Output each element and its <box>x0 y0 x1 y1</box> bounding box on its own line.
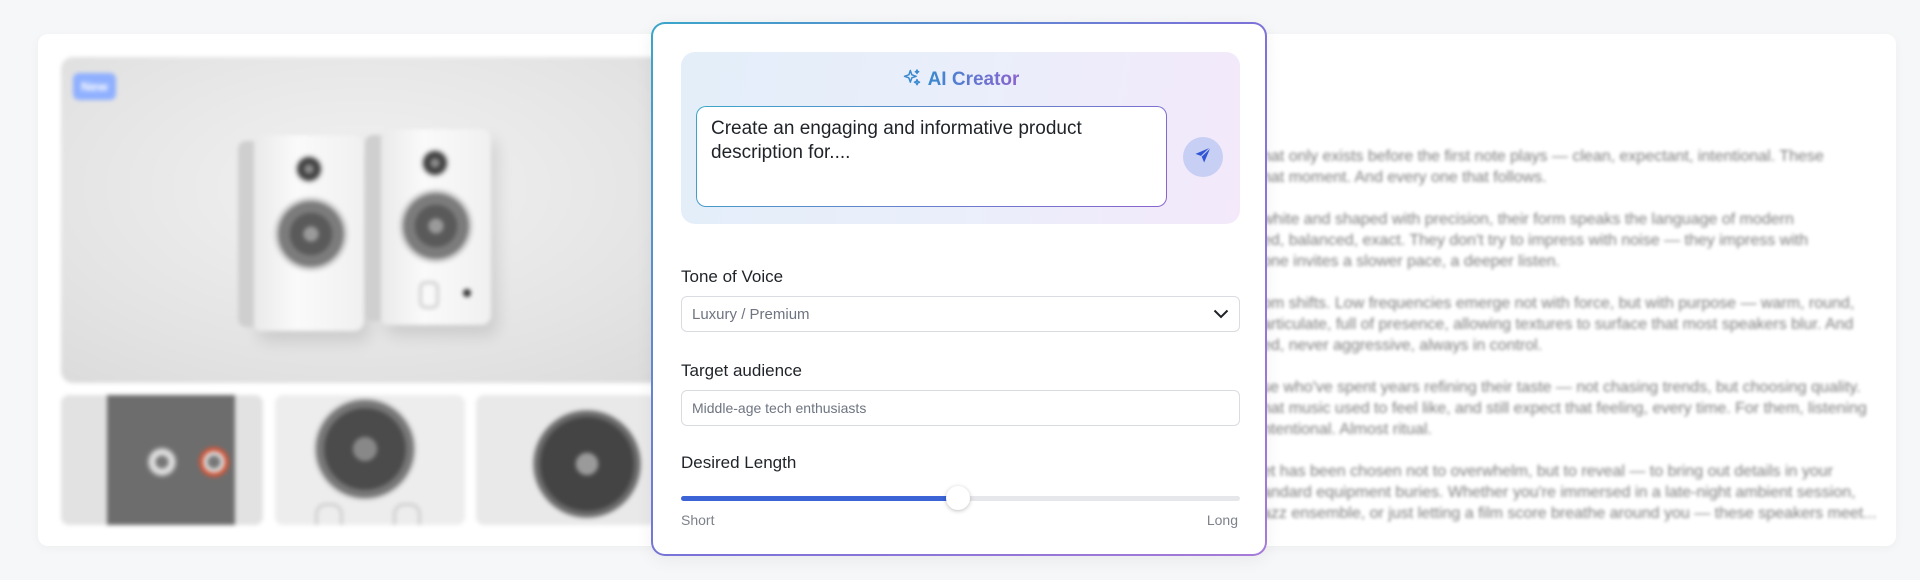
ai-creator-prompt-area: AI Creator Create an engaging and inform… <box>681 52 1240 224</box>
ai-creator-title: AI Creator <box>927 69 1020 90</box>
desired-length-label: Desired Length <box>681 453 797 472</box>
speaker-left <box>238 135 364 331</box>
product-hero-image: New <box>61 57 729 383</box>
thumbnail-woofer-closeup[interactable] <box>476 395 656 525</box>
speaker-right <box>365 129 491 325</box>
slider-min-label: Short <box>681 512 715 528</box>
ai-creator-heading: AI Creator <box>681 68 1240 94</box>
prompt-text: Create an engaging and informative produ… <box>711 118 1082 163</box>
tone-selected-value: Luxury / Premium <box>692 305 810 323</box>
slider-thumb[interactable] <box>945 486 970 510</box>
tone-of-voice-select[interactable]: Luxury / Premium <box>681 296 1240 332</box>
target-audience-label: Target audience <box>681 361 802 380</box>
target-audience-input[interactable] <box>681 390 1240 426</box>
chevron-down-icon <box>1213 306 1229 323</box>
thumbnail-front-drivers[interactable] <box>275 395 465 525</box>
send-prompt-button[interactable] <box>1183 137 1223 177</box>
slider-max-label: Long <box>1206 512 1238 528</box>
thumbnail-rear-panel[interactable] <box>61 395 263 525</box>
tone-of-voice-label: Tone of Voice <box>681 267 784 286</box>
ai-creator-panel: AI Creator Create an engaging and inform… <box>651 22 1267 556</box>
paper-plane-icon <box>1194 146 1212 169</box>
product-description-text: hat only exists before the first note pl… <box>1262 148 1877 522</box>
prompt-textarea[interactable]: Create an engaging and informative produ… <box>696 106 1167 207</box>
new-badge: New <box>73 73 116 100</box>
sparkle-icon <box>902 68 922 94</box>
slider-fill <box>681 496 958 501</box>
desired-length-slider[interactable] <box>681 486 1240 510</box>
